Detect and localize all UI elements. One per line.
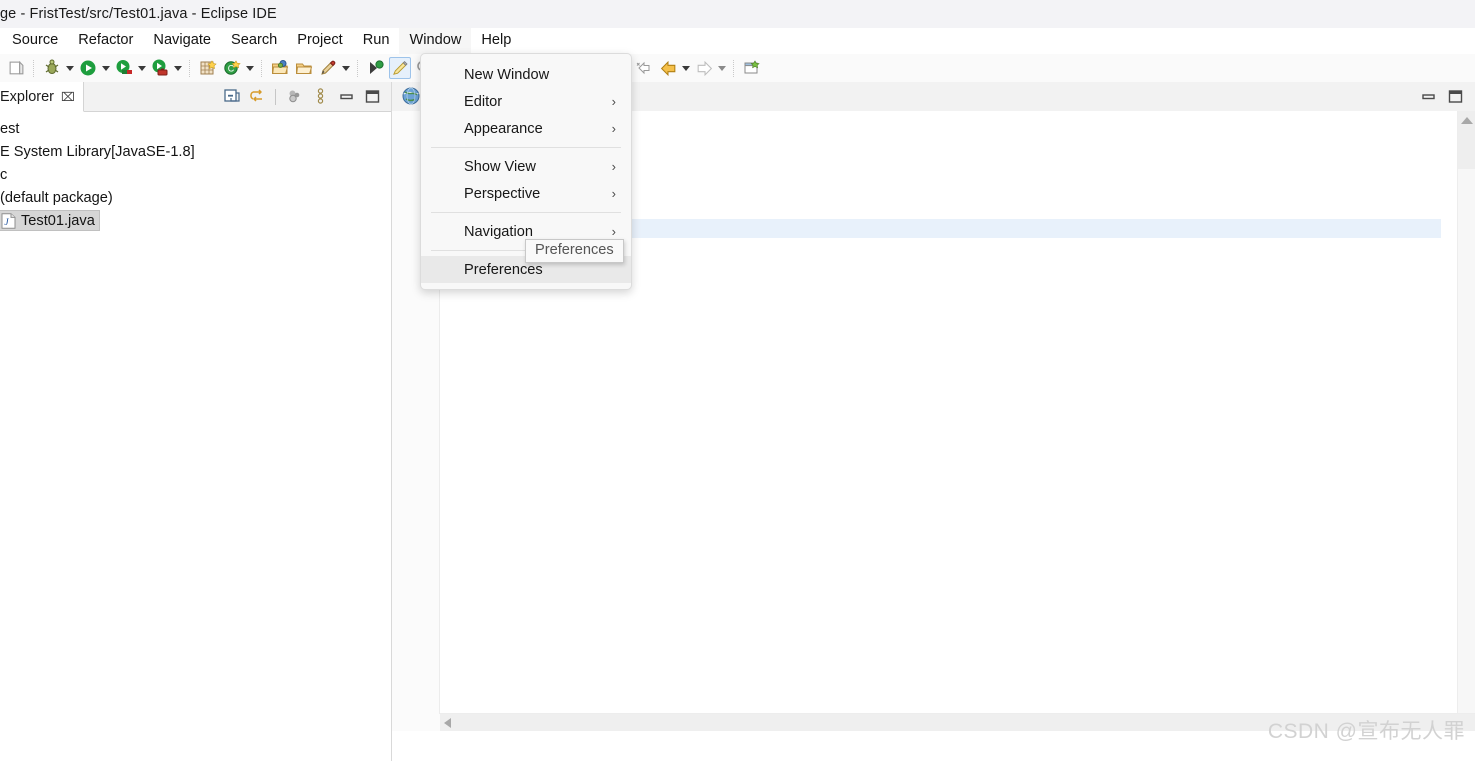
tree-item-label: Test01.java xyxy=(21,213,95,229)
tree-item-test01-java[interactable]: J Test01.java xyxy=(0,209,391,232)
forward-icon[interactable] xyxy=(693,57,715,79)
tree-item-jre-system-library[interactable]: E System Library [JavaSE-1.8] xyxy=(0,140,391,163)
chevron-right-icon: › xyxy=(612,187,616,200)
editor-window-buttons xyxy=(1413,82,1467,111)
menu-item-label: Navigation xyxy=(464,224,533,240)
toggle-mark-occurrences-icon[interactable] xyxy=(389,57,411,79)
tab-package-explorer[interactable]: Explorer ⌧ xyxy=(0,82,84,112)
coverage-dropdown-arrow[interactable] xyxy=(136,57,148,79)
toolbar-divider xyxy=(275,89,276,105)
run-coverage-icon[interactable] xyxy=(113,57,135,79)
menu-separator xyxy=(431,212,621,213)
new-window-icon[interactable] xyxy=(741,57,763,79)
chevron-right-icon: › xyxy=(612,160,616,173)
menu-item-show-view[interactable]: Show View › xyxy=(421,153,631,180)
filters-icon[interactable] xyxy=(283,86,305,108)
menu-item-label: New Window xyxy=(464,67,549,83)
minimize-icon[interactable] xyxy=(335,86,357,108)
back-icon[interactable] xyxy=(657,57,679,79)
run-external-tools-icon[interactable] xyxy=(149,57,171,79)
window-titlebar: ge - FristTest/src/Test01.java - Eclipse… xyxy=(0,0,1475,29)
open-task-icon[interactable] xyxy=(293,57,315,79)
gutter-bottom-fill xyxy=(392,714,440,731)
link-with-editor-icon[interactable] xyxy=(246,86,268,108)
explorer-toolbar xyxy=(218,82,385,111)
package-explorer-panel: Explorer ⌧ xyxy=(0,82,392,761)
chevron-right-icon: › xyxy=(612,225,616,238)
new-class-dropdown-arrow[interactable] xyxy=(244,57,256,79)
menu-item-label: Perspective xyxy=(464,186,540,202)
chevron-right-icon: › xyxy=(612,122,616,135)
menu-item-label: Appearance xyxy=(464,121,543,137)
open-type-icon[interactable] xyxy=(269,57,291,79)
menubar-item-window[interactable]: Window xyxy=(399,28,471,54)
menubar-item-search[interactable]: Search xyxy=(221,28,287,54)
close-icon[interactable]: ⌧ xyxy=(61,91,75,103)
back-history-icon[interactable] xyxy=(633,57,655,79)
preferences-tooltip: Preferences xyxy=(525,239,624,263)
tree-item-label: est xyxy=(0,121,19,137)
menu-item-editor[interactable]: Editor › xyxy=(421,88,631,115)
editor-vertical-scrollbar[interactable] xyxy=(1457,111,1475,731)
tree-item-default-package[interactable]: (default package) xyxy=(0,186,391,209)
menu-item-perspective[interactable]: Perspective › xyxy=(421,180,631,207)
csdn-watermark: CSDN @宣布无人罪 xyxy=(1268,715,1465,745)
tree-item-selected-wrapper[interactable]: J Test01.java xyxy=(0,210,100,231)
new-java-class-icon[interactable]: C xyxy=(221,57,243,79)
java-file-icon: J xyxy=(1,213,16,229)
menubar-item-help[interactable]: Help xyxy=(471,28,521,54)
debug-dropdown-arrow[interactable] xyxy=(64,57,76,79)
project-tree: est E System Library [JavaSE-1.8] c (def… xyxy=(0,112,391,232)
eclipse-ide-window: ge - FristTest/src/Test01.java - Eclipse… xyxy=(0,0,1475,761)
minimize-icon[interactable] xyxy=(1416,86,1440,108)
menubar-item-refactor[interactable]: Refactor xyxy=(68,28,143,54)
globe-icon[interactable] xyxy=(401,86,421,106)
tree-item-label: E System Library xyxy=(0,144,111,160)
menu-item-label: Preferences xyxy=(464,262,543,278)
tree-item-src[interactable]: c xyxy=(0,163,391,186)
menu-item-appearance[interactable]: Appearance › xyxy=(421,115,631,142)
view-menu-icon[interactable] xyxy=(309,86,331,108)
collapse-all-icon[interactable] xyxy=(220,86,242,108)
tree-item-label: (default package) xyxy=(0,190,113,206)
run-dropdown-arrow[interactable] xyxy=(100,57,112,79)
menu-item-new-window[interactable]: New Window xyxy=(421,61,631,88)
window-title: ge - FristTest/src/Test01.java - Eclipse… xyxy=(0,6,277,22)
external-tools-dropdown-arrow[interactable] xyxy=(172,57,184,79)
menubar-item-project[interactable]: Project xyxy=(287,28,352,54)
explorer-tabbar: Explorer ⌧ xyxy=(0,82,391,112)
skip-breakpoints-icon[interactable] xyxy=(365,57,387,79)
maximize-icon[interactable] xyxy=(1443,86,1467,108)
new-java-package-icon[interactable] xyxy=(197,57,219,79)
tree-item-label: c xyxy=(0,167,7,183)
scroll-up-icon[interactable] xyxy=(1461,117,1473,124)
back-dropdown-arrow[interactable] xyxy=(680,57,692,79)
new-annotation-icon[interactable] xyxy=(317,57,339,79)
scrollbar-thumb[interactable] xyxy=(1458,111,1475,169)
run-icon[interactable] xyxy=(77,57,99,79)
main-toolbar: C xyxy=(0,54,1475,83)
menubar-item-run[interactable]: Run xyxy=(353,28,400,54)
tree-item-project[interactable]: est xyxy=(0,117,391,140)
new-wizard-icon[interactable] xyxy=(5,57,27,79)
menubar-item-source[interactable]: Source xyxy=(2,28,68,54)
annotation-dropdown-arrow[interactable] xyxy=(340,57,352,79)
maximize-icon[interactable] xyxy=(361,86,383,108)
menubar-item-navigate[interactable]: Navigate xyxy=(143,28,221,54)
menu-item-label: Show View xyxy=(464,159,536,175)
menu-item-label: Editor xyxy=(464,94,502,110)
tree-item-library-tag: [JavaSE-1.8] xyxy=(111,144,195,160)
menu-separator xyxy=(431,147,621,148)
explorer-tab-label: Explorer xyxy=(0,89,54,105)
chevron-right-icon: › xyxy=(612,95,616,108)
menubar: Source Refactor Navigate Search Project … xyxy=(0,28,1475,54)
scroll-left-icon[interactable] xyxy=(444,718,451,728)
forward-dropdown-arrow[interactable] xyxy=(716,57,728,79)
debug-icon[interactable] xyxy=(41,57,63,79)
